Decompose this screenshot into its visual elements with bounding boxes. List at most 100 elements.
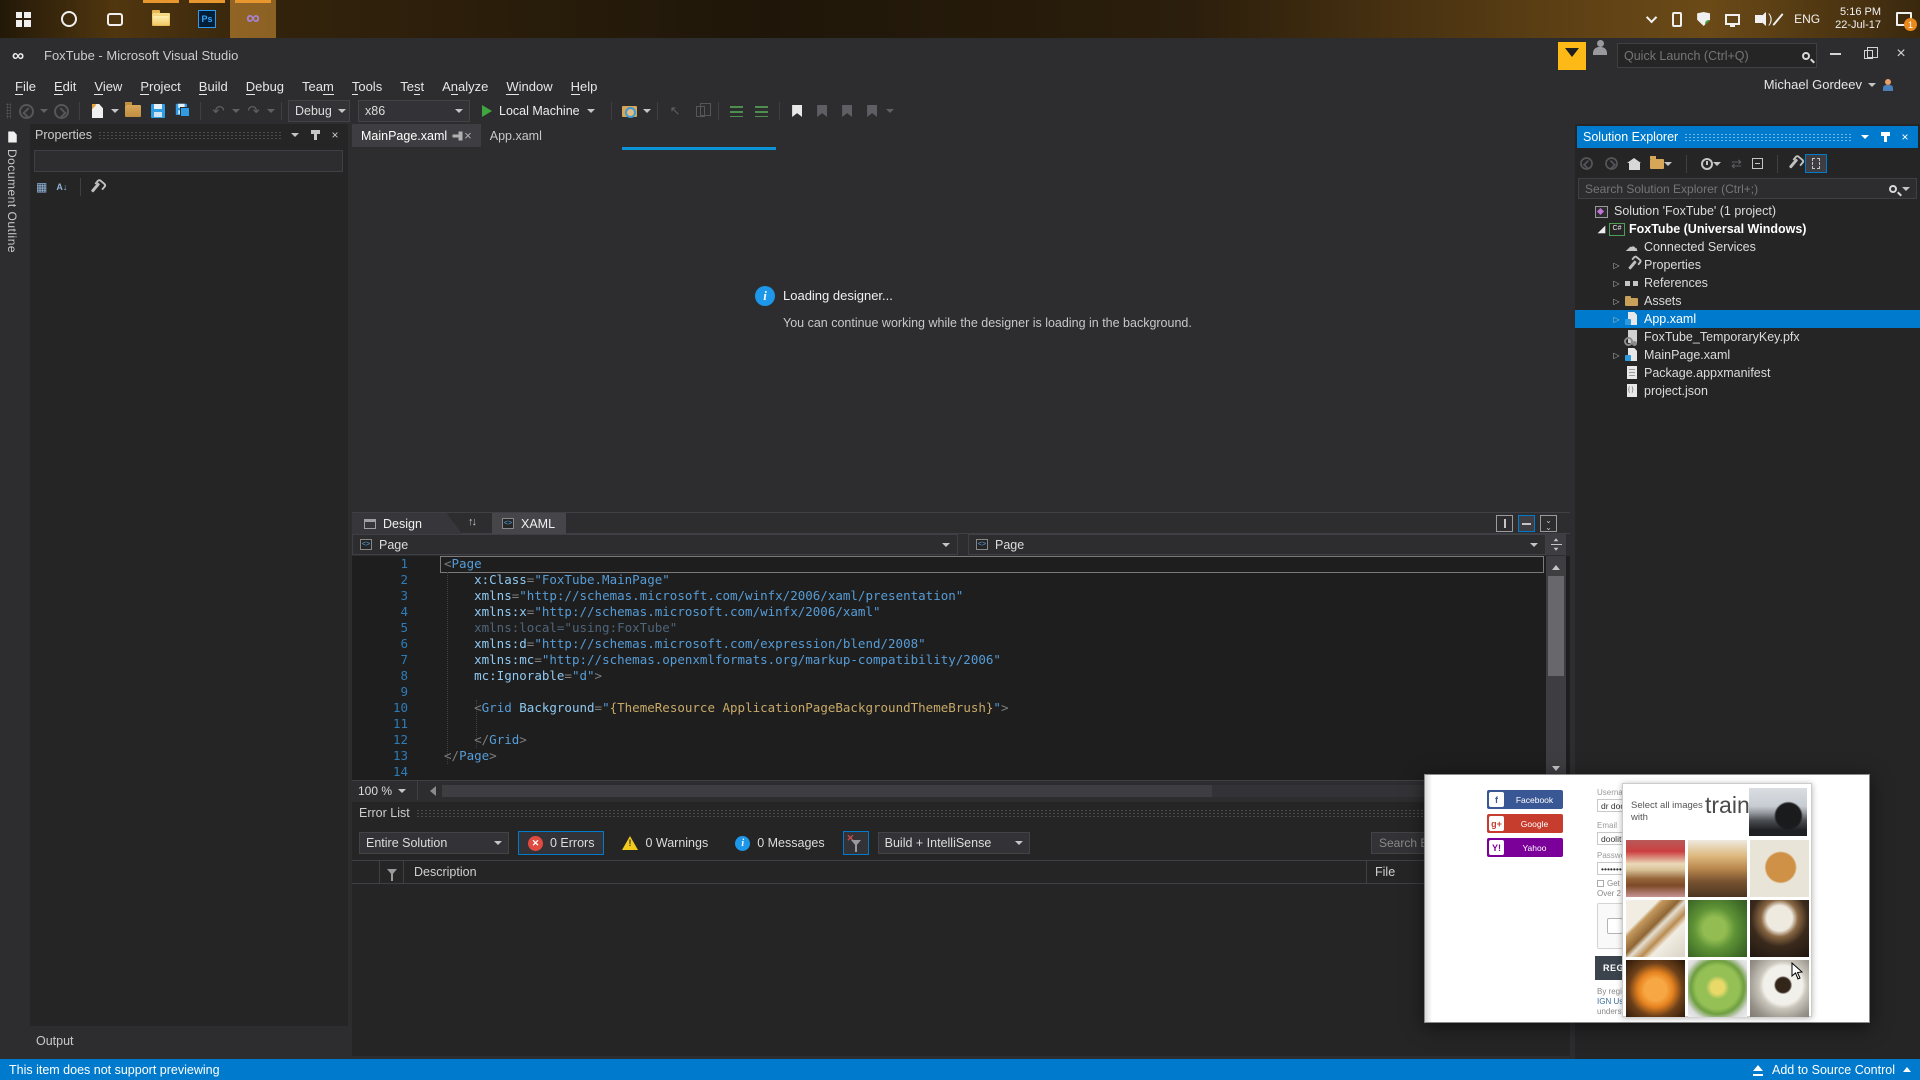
selection-tool-button[interactable]: ↖ bbox=[664, 100, 687, 122]
navigate-forward-button[interactable] bbox=[50, 100, 73, 122]
collapse-all-button[interactable] bbox=[1751, 158, 1763, 169]
captcha-image-green-salad[interactable] bbox=[1688, 900, 1747, 957]
expander-icon[interactable]: ▷ bbox=[1609, 297, 1624, 306]
captcha-image-coffee-beans[interactable] bbox=[1750, 900, 1809, 957]
menu-item-test[interactable]: Test bbox=[391, 77, 433, 96]
forward-button[interactable] bbox=[1604, 156, 1619, 171]
window-position-menu[interactable] bbox=[288, 129, 302, 141]
checkbox[interactable] bbox=[1597, 880, 1604, 887]
selected-object-box[interactable] bbox=[34, 150, 343, 172]
chevron-down-icon[interactable] bbox=[267, 109, 275, 117]
code-line[interactable]: 4 xmlns:x="http://schemas.microsoft.com/… bbox=[352, 604, 1546, 620]
code-line[interactable]: 2 x:Class="FoxTube.MainPage" bbox=[352, 572, 1546, 588]
user-account-menu[interactable]: Michael Gordeev bbox=[1764, 77, 1894, 92]
back-button[interactable] bbox=[1579, 156, 1594, 171]
editor-splitter-grip[interactable] bbox=[1546, 534, 1566, 555]
tree-item-foxtube-temporarykey-pfx[interactable]: FoxTube_TemporaryKey.pfx bbox=[1575, 328, 1920, 346]
google-login-button[interactable]: g+ Google bbox=[1487, 814, 1563, 833]
code-line[interactable]: 6 xmlns:d="http://schemas.microsoft.com/… bbox=[352, 636, 1546, 652]
menu-item-build[interactable]: Build bbox=[190, 77, 237, 96]
switch-views-button[interactable] bbox=[1650, 155, 1672, 170]
visual-studio-button[interactable]: ∞ bbox=[230, 0, 276, 38]
chevron-down-icon[interactable] bbox=[111, 109, 119, 117]
tray-expand-icon[interactable] bbox=[1646, 11, 1658, 24]
tree-item-app-xaml[interactable]: ▷ App.xaml bbox=[1575, 310, 1920, 328]
swap-panes-button[interactable]: ↑↓ bbox=[468, 516, 477, 528]
menu-item-edit[interactable]: Edit bbox=[45, 77, 85, 96]
file-explorer-button[interactable] bbox=[138, 0, 184, 38]
solution-explorer-title-bar[interactable]: Solution Explorer × bbox=[1577, 126, 1918, 148]
toolbar-grip[interactable] bbox=[6, 103, 11, 119]
menu-item-team[interactable]: Team bbox=[293, 77, 343, 96]
tree-item-assets[interactable]: ▷ Assets bbox=[1575, 292, 1920, 310]
zoom-level-dropdown[interactable]: 100 % bbox=[352, 781, 418, 800]
minimize-button[interactable] bbox=[1820, 40, 1850, 68]
description-column-header[interactable]: Description bbox=[404, 865, 477, 879]
captcha-image-dessert-cup[interactable] bbox=[1688, 840, 1747, 897]
properties-button[interactable] bbox=[1788, 158, 1799, 169]
xaml-view-tab[interactable]: <> XAML bbox=[492, 513, 566, 534]
severity-filter-column[interactable] bbox=[380, 861, 404, 883]
tree-item-connected-services[interactable]: Connected Services bbox=[1575, 238, 1920, 256]
menu-item-tools[interactable]: Tools bbox=[343, 77, 391, 96]
code-line[interactable]: 14 bbox=[352, 764, 1546, 780]
save-all-button[interactable] bbox=[171, 100, 194, 122]
save-button[interactable] bbox=[146, 100, 169, 122]
add-to-source-control-button[interactable]: Add to Source Control bbox=[1753, 1063, 1911, 1077]
restore-button[interactable] bbox=[1853, 40, 1883, 68]
expander-icon[interactable]: ▷ bbox=[1609, 261, 1624, 270]
start-button[interactable] bbox=[0, 0, 46, 38]
pending-changes-filter-button[interactable] bbox=[1701, 157, 1721, 170]
menu-item-help[interactable]: Help bbox=[562, 77, 607, 96]
start-debugging-button[interactable]: Local Machine bbox=[472, 104, 605, 118]
editor-horizontal-scrollbar[interactable] bbox=[442, 785, 1546, 797]
menu-item-analyze[interactable]: Analyze bbox=[433, 77, 497, 96]
display-icon[interactable] bbox=[1725, 13, 1741, 27]
vertical-split-button[interactable] bbox=[1496, 515, 1513, 532]
expander-icon[interactable]: ▷ bbox=[1609, 351, 1624, 360]
clear-bookmarks-button[interactable] bbox=[861, 100, 884, 122]
code-line[interactable]: 3 xmlns="http://schemas.microsoft.com/wi… bbox=[352, 588, 1546, 604]
captcha-image-salad-bowl[interactable] bbox=[1688, 960, 1747, 1017]
document-outline-tab[interactable]: Document Outline bbox=[5, 130, 19, 253]
properties-wrench-icon[interactable] bbox=[91, 181, 101, 193]
captcha-image-pie-plate[interactable] bbox=[1750, 840, 1809, 897]
scrollbar-thumb[interactable] bbox=[1548, 576, 1564, 676]
scroll-left-button[interactable] bbox=[422, 783, 438, 799]
chevron-down-icon[interactable] bbox=[642, 109, 651, 117]
design-view-tab[interactable]: Design bbox=[352, 513, 462, 534]
warnings-toggle-button[interactable]: 0 Warnings bbox=[613, 831, 717, 855]
scroll-up-icon[interactable] bbox=[1552, 561, 1560, 570]
security-shield-icon[interactable] bbox=[1697, 12, 1711, 26]
tree-item-properties[interactable]: ▷ Properties bbox=[1575, 256, 1920, 274]
increase-indent-button[interactable] bbox=[750, 100, 773, 122]
code-line[interactable]: 12 </Grid> bbox=[352, 732, 1546, 748]
menu-item-view[interactable]: View bbox=[85, 77, 131, 96]
captcha-image-orange-bowl[interactable] bbox=[1626, 960, 1685, 1017]
output-panel-tab[interactable]: Output bbox=[36, 1034, 74, 1048]
close-panel-button[interactable]: × bbox=[328, 128, 342, 142]
menu-item-window[interactable]: Window bbox=[497, 77, 561, 96]
error-list-title-bar[interactable]: Error List bbox=[352, 802, 1570, 824]
pin-icon[interactable] bbox=[452, 134, 459, 137]
code-line[interactable]: 13 </Page> bbox=[352, 748, 1546, 764]
open-file-button[interactable] bbox=[121, 100, 144, 122]
toggle-bookmark-button[interactable] bbox=[786, 100, 809, 122]
xaml-code-editor[interactable]: 1 <Page 2 x:Class="FoxTube.MainPage" 3 xmln… bbox=[352, 556, 1570, 780]
device-icon[interactable] bbox=[1672, 11, 1683, 27]
redo-button[interactable]: ↷ bbox=[242, 100, 265, 122]
task-view-button[interactable] bbox=[92, 0, 138, 38]
copy-button[interactable] bbox=[689, 100, 712, 122]
close-panel-button[interactable]: × bbox=[1898, 130, 1912, 144]
volume-icon[interactable] bbox=[1755, 11, 1772, 26]
chevron-down-icon[interactable] bbox=[40, 109, 48, 117]
platform-dropdown[interactable]: x86 bbox=[358, 100, 470, 122]
show-all-files-button[interactable] bbox=[1804, 154, 1827, 173]
pen-icon[interactable] bbox=[1772, 12, 1784, 26]
code-line[interactable]: 5 xmlns:local="using:FoxTube" bbox=[352, 620, 1546, 636]
messages-toggle-button[interactable]: i0 Messages bbox=[726, 831, 833, 855]
tree-item-project-json[interactable]: project.json bbox=[1575, 382, 1920, 400]
code-line[interactable]: 11 bbox=[352, 716, 1546, 732]
tree-item-mainpage-xaml[interactable]: ▷ MainPage.xaml bbox=[1575, 346, 1920, 364]
home-button[interactable] bbox=[1627, 157, 1641, 170]
